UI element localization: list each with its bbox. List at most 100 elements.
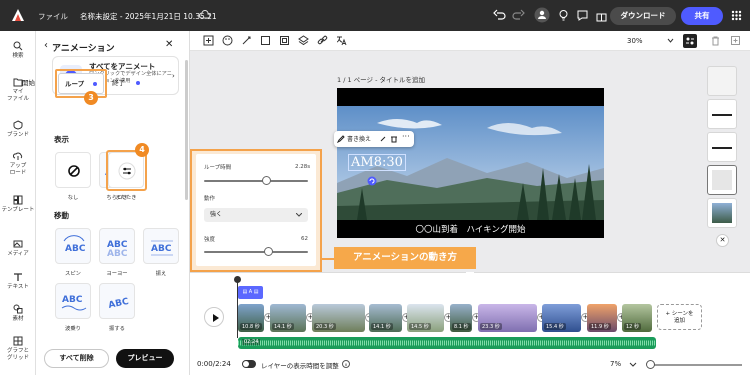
redo-icon[interactable]	[512, 9, 525, 22]
scene-clip[interactable]: 11.9 秒	[587, 304, 617, 332]
rail-brand[interactable]: ブランド	[0, 120, 36, 139]
anim-spin-label: スピン	[65, 271, 81, 277]
rail-media[interactable]: メディア	[0, 239, 36, 258]
scene-clip[interactable]: 14.1 秒	[369, 304, 402, 332]
page-label[interactable]: 1 / 1 ページ - タイトルを追加	[337, 74, 425, 84]
back-icon[interactable]: ‹	[44, 40, 48, 51]
page-thumb-1[interactable]	[707, 66, 737, 96]
audio-track[interactable]: 02:24	[238, 337, 656, 349]
play-button[interactable]	[204, 307, 224, 327]
scene-clip[interactable]: 15.4 秒	[542, 304, 581, 332]
link-icon[interactable]	[379, 135, 387, 143]
slide-caption[interactable]: 〇〇山到着 ハイキング開始	[337, 223, 604, 235]
timeline-zoom[interactable]: 7%	[610, 360, 621, 368]
layers-icon[interactable]	[298, 35, 309, 46]
effects-icon[interactable]	[241, 35, 252, 46]
strength-knob[interactable]	[263, 247, 273, 256]
scene-clip[interactable]: 14.1 秒	[270, 304, 306, 332]
more-icon[interactable]: ···	[402, 132, 410, 141]
media-icon	[13, 240, 23, 248]
share-button[interactable]: 共有	[681, 7, 723, 25]
anim-yoyo-tile[interactable]: ABC ABC	[99, 228, 135, 264]
time-text[interactable]: AM8:30	[348, 154, 406, 171]
action-select[interactable]: 強く	[204, 208, 308, 222]
rewrite-button[interactable]: 書き換え	[347, 134, 371, 143]
loop-time-slider[interactable]	[204, 180, 308, 182]
download-button[interactable]: ダウンロード	[610, 7, 676, 25]
resize-icon[interactable]	[203, 35, 214, 46]
tab-start[interactable]: 開始	[16, 73, 56, 94]
anim-shake-tile[interactable]: ABC	[143, 228, 179, 264]
undo-icon[interactable]	[493, 9, 506, 22]
selected-layer-block[interactable]: ▤ A ▤	[238, 286, 263, 299]
add-page-icon[interactable]	[730, 35, 741, 46]
rail-search[interactable]: 検索	[0, 41, 36, 60]
timeline-zoom-knob[interactable]	[646, 360, 655, 369]
panel-scrollbar[interactable]	[185, 60, 188, 200]
document-title[interactable]: 名称未設定 - 2025年1月21日 10.35.21	[80, 11, 217, 22]
file-menu[interactable]: ファイル	[38, 11, 68, 22]
upload-icon	[13, 152, 23, 160]
audio-duration: 02:24	[242, 339, 261, 345]
rail-templates[interactable]: テンプレート	[0, 195, 36, 214]
anim-surf-tile[interactable]: ABC	[55, 283, 91, 319]
page-thumb-3[interactable]	[707, 132, 737, 162]
none-icon	[68, 165, 80, 177]
scene-clip[interactable]: 23.3 秒	[478, 304, 537, 332]
lightbulb-icon[interactable]	[557, 9, 570, 22]
page-thumb-4[interactable]	[707, 165, 737, 195]
add-scene-button[interactable]: + シーンを 追加	[657, 304, 702, 330]
anim-none-tile[interactable]	[55, 152, 91, 188]
page-thumb-2[interactable]	[707, 99, 737, 129]
close-icon[interactable]: ✕	[165, 39, 173, 50]
rail-text[interactable]: テキスト	[0, 272, 36, 291]
anim-swing-tile[interactable]: ABC	[99, 283, 135, 319]
info-icon[interactable]	[342, 360, 350, 368]
preview-button[interactable]: プレビュー	[116, 349, 174, 368]
delete-all-button[interactable]: すべて削除	[44, 349, 109, 368]
trash-icon[interactable]	[390, 135, 398, 143]
zoom-level[interactable]: 30%	[627, 37, 643, 45]
edit-icon[interactable]	[337, 135, 345, 143]
timeline-zoom-slider[interactable]	[650, 364, 742, 366]
rail-label: ブランド	[6, 132, 29, 138]
comment-icon[interactable]	[576, 9, 589, 22]
user-add-icon[interactable]	[534, 7, 550, 23]
scene-clip[interactable]: 20.3 秒	[312, 304, 365, 332]
square-icon[interactable]	[260, 35, 271, 46]
app-logo-icon[interactable]	[11, 8, 25, 22]
translate-icon[interactable]	[336, 35, 347, 46]
chevron-down-icon[interactable]	[629, 360, 637, 368]
search-icon	[13, 41, 23, 51]
palette-icon[interactable]	[222, 35, 233, 46]
trash-icon[interactable]	[710, 35, 721, 46]
close-thumbs-icon[interactable]: ✕	[716, 234, 729, 247]
page-thumb-5[interactable]	[707, 198, 737, 228]
svg-text:ABC: ABC	[62, 295, 83, 305]
rail-upload[interactable]: アップ ロード	[0, 151, 36, 177]
scene-clip[interactable]: 12 秒	[622, 304, 652, 332]
scene-clip[interactable]: 8.1 秒	[450, 304, 472, 332]
clip-duration: 15.4 秒	[544, 323, 566, 330]
anim-surf-label: 波乗り	[65, 326, 81, 332]
strength-slider[interactable]	[204, 251, 308, 253]
apps-grid-icon[interactable]	[730, 9, 743, 22]
spin-icon: ABC	[63, 235, 86, 254]
tab-end[interactable]: 終了	[106, 73, 146, 94]
link-icon[interactable]	[317, 35, 328, 46]
anim-spin-tile[interactable]: ABC	[55, 228, 91, 264]
layer-duration-toggle[interactable]	[242, 360, 256, 368]
rotate-handle-icon[interactable]	[367, 176, 377, 186]
crop-icon[interactable]	[279, 35, 290, 46]
gift-icon[interactable]	[595, 9, 608, 22]
context-toolbar: 書き換え ···	[334, 131, 414, 147]
scene-clip[interactable]: 14.5 秒	[407, 304, 444, 332]
scene-clip[interactable]: 10.8 秒	[238, 304, 264, 332]
tab-dot	[136, 81, 140, 85]
timeline-collapse-icon[interactable]	[466, 272, 474, 276]
zoom-dropdown-icon[interactable]	[665, 35, 676, 46]
rail-elements[interactable]: 素材	[0, 304, 36, 323]
rail-grid[interactable]: グラフと グリッド	[0, 336, 36, 362]
loop-time-knob[interactable]	[261, 176, 271, 185]
timeline-toggle-icon[interactable]	[683, 34, 697, 48]
